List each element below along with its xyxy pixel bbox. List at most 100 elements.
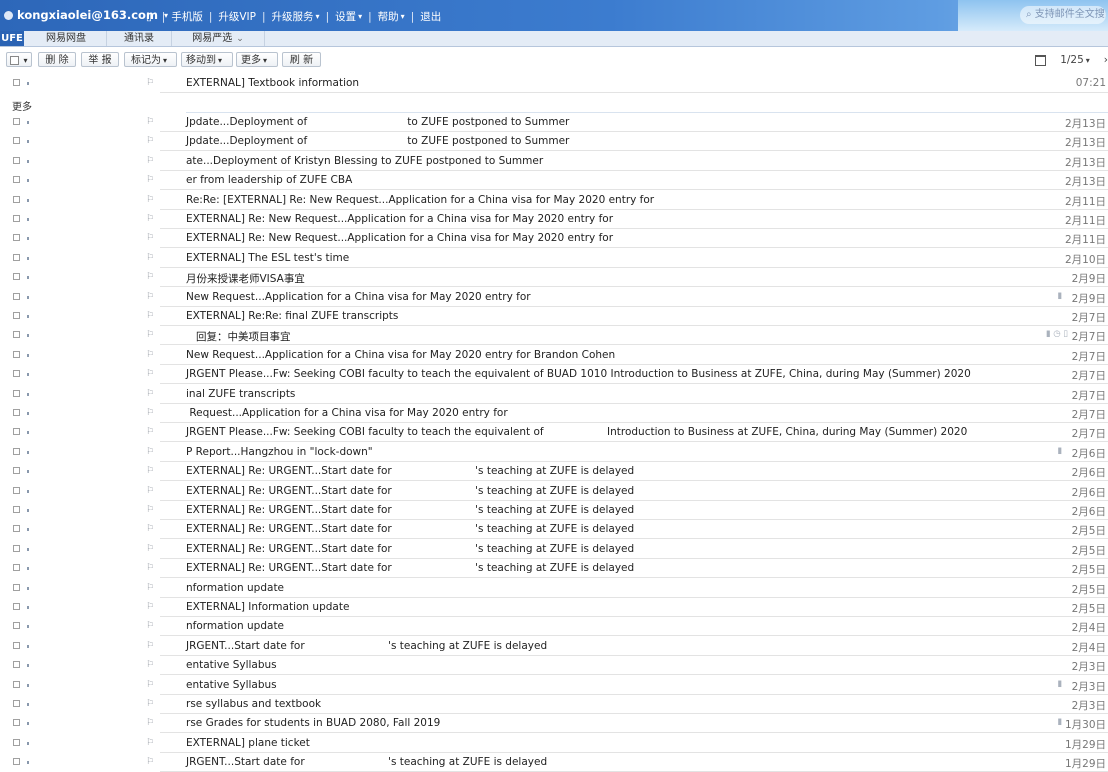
report-button[interactable]: 举 报 [81, 52, 119, 67]
flag-icon[interactable]: ⚐ [146, 699, 154, 709]
close-icon[interactable]: ⌄ [236, 34, 244, 44]
sender-name[interactable] [60, 678, 120, 691]
mail-subject[interactable]: ate...Deployment of Kristyn Blessing to … [186, 155, 543, 167]
flag-icon[interactable]: ⚐ [146, 272, 154, 282]
row-checkbox[interactable] [13, 544, 20, 552]
flag-icon[interactable]: ⚐ [146, 175, 154, 185]
row-checkbox[interactable] [13, 603, 20, 610]
flag-icon[interactable]: ⚐ [146, 156, 154, 166]
mail-subject[interactable]: 月份来授课老师VISA事宜 [186, 271, 305, 286]
mail-row[interactable]: ⚐ EXTERNAL] Re: URGENT...Start date for '… [0, 501, 1108, 520]
flag-icon[interactable]: ⚐ [146, 78, 154, 88]
mail-row[interactable]: ⚐ EXTERNAL] Re: New Request...Application… [0, 210, 1108, 229]
chevron-down-icon[interactable]: ▾ [358, 12, 362, 21]
sender-name[interactable] [60, 542, 120, 555]
sender-name[interactable] [60, 348, 120, 361]
sender-name[interactable] [60, 174, 120, 187]
mail-row[interactable]: ⚐ ate...Deployment of Kristyn Blessing to… [0, 152, 1108, 171]
mail-subject[interactable]: EXTERNAL] Re: URGENT...Start date for 's… [186, 523, 634, 535]
sender-name[interactable] [60, 154, 120, 167]
sender-name[interactable] [60, 77, 120, 89]
flag-icon[interactable]: ⚐ [146, 505, 154, 515]
mail-subject[interactable]: EXTERNAL] Re: URGENT...Start date for 's… [186, 543, 634, 555]
row-checkbox[interactable] [13, 350, 20, 358]
mail-row[interactable]: ⚐ entative Syllabus ▮ 2月3日 [0, 676, 1108, 695]
mail-row[interactable]: ⚐ entative Syllabus 2月3日 [0, 656, 1108, 676]
mail-row[interactable]: ⚐ JRGENT Please...Fw: Seeking COBI facult… [0, 423, 1108, 443]
flag-icon[interactable]: ⚐ [146, 233, 154, 243]
link-mobile[interactable]: 手机版 [171, 9, 203, 24]
mail-row[interactable]: ⚐ EXTERNAL] Re: URGENT...Start date for '… [0, 462, 1108, 482]
link-upgrade-service[interactable]: 升级服务 [272, 9, 314, 24]
row-checkbox[interactable] [13, 758, 20, 766]
sender-name[interactable] [60, 601, 120, 613]
link-upgrade-vip[interactable]: 升级VIP [218, 9, 256, 24]
mail-row[interactable]: ⚐ EXTERNAL] Textbook information 07:21 [0, 74, 1108, 93]
mail-row[interactable]: ⚐ EXTERNAL] plane ticket 1月29日 [0, 734, 1108, 753]
sender-name[interactable] [60, 639, 120, 652]
sender-name[interactable] [60, 756, 120, 769]
flag-icon[interactable]: ⚐ [146, 292, 154, 302]
sender-name[interactable] [60, 213, 120, 225]
mail-subject[interactable]: EXTERNAL] Re: URGENT...Start date for 's… [186, 465, 634, 477]
row-checkbox[interactable] [13, 137, 20, 145]
mail-row[interactable]: ⚐ Jpdate...Deployment of to ZUFE postpone… [0, 132, 1108, 152]
search-input[interactable]: ⌕ 支持邮件全文搜索 [1020, 6, 1106, 24]
mail-row[interactable]: ⚐ 回复：中美项目事宜 ▮ ◷ ▯ 2月7日 [0, 326, 1108, 346]
mail-row[interactable]: ⚐ EXTERNAL] Re:Re: final ZUFE transcripts… [0, 307, 1108, 326]
sender-name[interactable] [60, 426, 120, 439]
mail-subject[interactable]: New Request...Application for a China vi… [186, 349, 615, 361]
sender-name[interactable] [60, 698, 120, 710]
sender-name[interactable] [60, 329, 120, 342]
flag-icon[interactable]: ⚐ [146, 408, 154, 418]
sender-name[interactable] [60, 251, 120, 264]
sender-name[interactable] [60, 465, 120, 478]
sender-name[interactable] [60, 310, 120, 322]
flag-icon[interactable]: ⚐ [146, 389, 154, 399]
flag-icon[interactable]: ⚐ [146, 583, 154, 593]
mail-row[interactable]: ⚐ New Request...Application for a China v… [0, 346, 1108, 365]
row-checkbox[interactable] [13, 622, 20, 630]
link-settings[interactable]: 设置 [335, 9, 356, 24]
flag-icon[interactable]: ⚐ [146, 486, 154, 496]
flag-icon[interactable]: ⚐ [146, 195, 154, 205]
sender-name[interactable] [60, 193, 120, 206]
sender-name[interactable] [60, 620, 120, 633]
flag-icon[interactable]: ⚐ [146, 427, 154, 437]
flag-icon[interactable]: ⚐ [146, 602, 154, 612]
sender-name[interactable] [60, 717, 120, 730]
flag-icon[interactable]: ⚐ [146, 369, 154, 379]
row-checkbox[interactable] [13, 331, 20, 339]
calendar-icon[interactable] [1035, 54, 1047, 66]
mail-subject[interactable]: JRGENT...Start date for 's teaching at Z… [186, 756, 547, 768]
account-email[interactable]: kongxiaolei@163.com [17, 8, 158, 22]
mail-subject[interactable]: EXTERNAL] Textbook information [186, 77, 359, 89]
mail-subject[interactable]: Jpdate...Deployment of to ZUFE postponed… [186, 116, 569, 128]
flag-icon[interactable]: ⚐ [146, 447, 154, 457]
flag-icon[interactable]: ⚐ [146, 641, 154, 651]
flag-icon[interactable]: ⚐ [146, 253, 154, 263]
flag-icon[interactable]: ⚐ [146, 563, 154, 573]
sender-name[interactable] [60, 368, 120, 381]
mail-subject[interactable]: nformation update [186, 620, 284, 632]
flag-icon[interactable]: ⚐ [146, 136, 154, 146]
mail-row[interactable]: ⚐ JRGENT Please...Fw: Seeking COBI facult… [0, 365, 1108, 385]
row-checkbox[interactable] [13, 428, 20, 436]
row-checkbox[interactable] [13, 312, 20, 319]
sender-name[interactable] [60, 290, 120, 303]
mail-subject[interactable]: rse syllabus and textbook [186, 698, 321, 710]
move-to-dropdown[interactable]: 移动到 ▾ [181, 52, 233, 67]
row-checkbox[interactable] [13, 680, 20, 688]
row-checkbox[interactable] [13, 234, 20, 242]
tab-netdisk[interactable]: 网易网盘 [26, 31, 107, 46]
sender-name[interactable] [60, 659, 120, 672]
row-checkbox[interactable] [13, 253, 20, 261]
refresh-button[interactable]: 刷 新 [282, 52, 321, 67]
link-help[interactable]: 帮助 [378, 9, 399, 24]
mail-subject[interactable]: Request...Application for a China visa f… [186, 407, 507, 419]
mail-subject[interactable]: rse Grades for students in BUAD 2080, Fa… [186, 717, 440, 729]
mail-row[interactable]: ⚐ New Request...Application for a China v… [0, 288, 1108, 307]
flag-icon[interactable]: ⚐ [146, 330, 154, 340]
account-menu[interactable]: kongxiaolei@163.com ▾ [4, 8, 168, 22]
mail-row[interactable]: ⚐ EXTERNAL] Re: URGENT...Start date for '… [0, 559, 1108, 579]
